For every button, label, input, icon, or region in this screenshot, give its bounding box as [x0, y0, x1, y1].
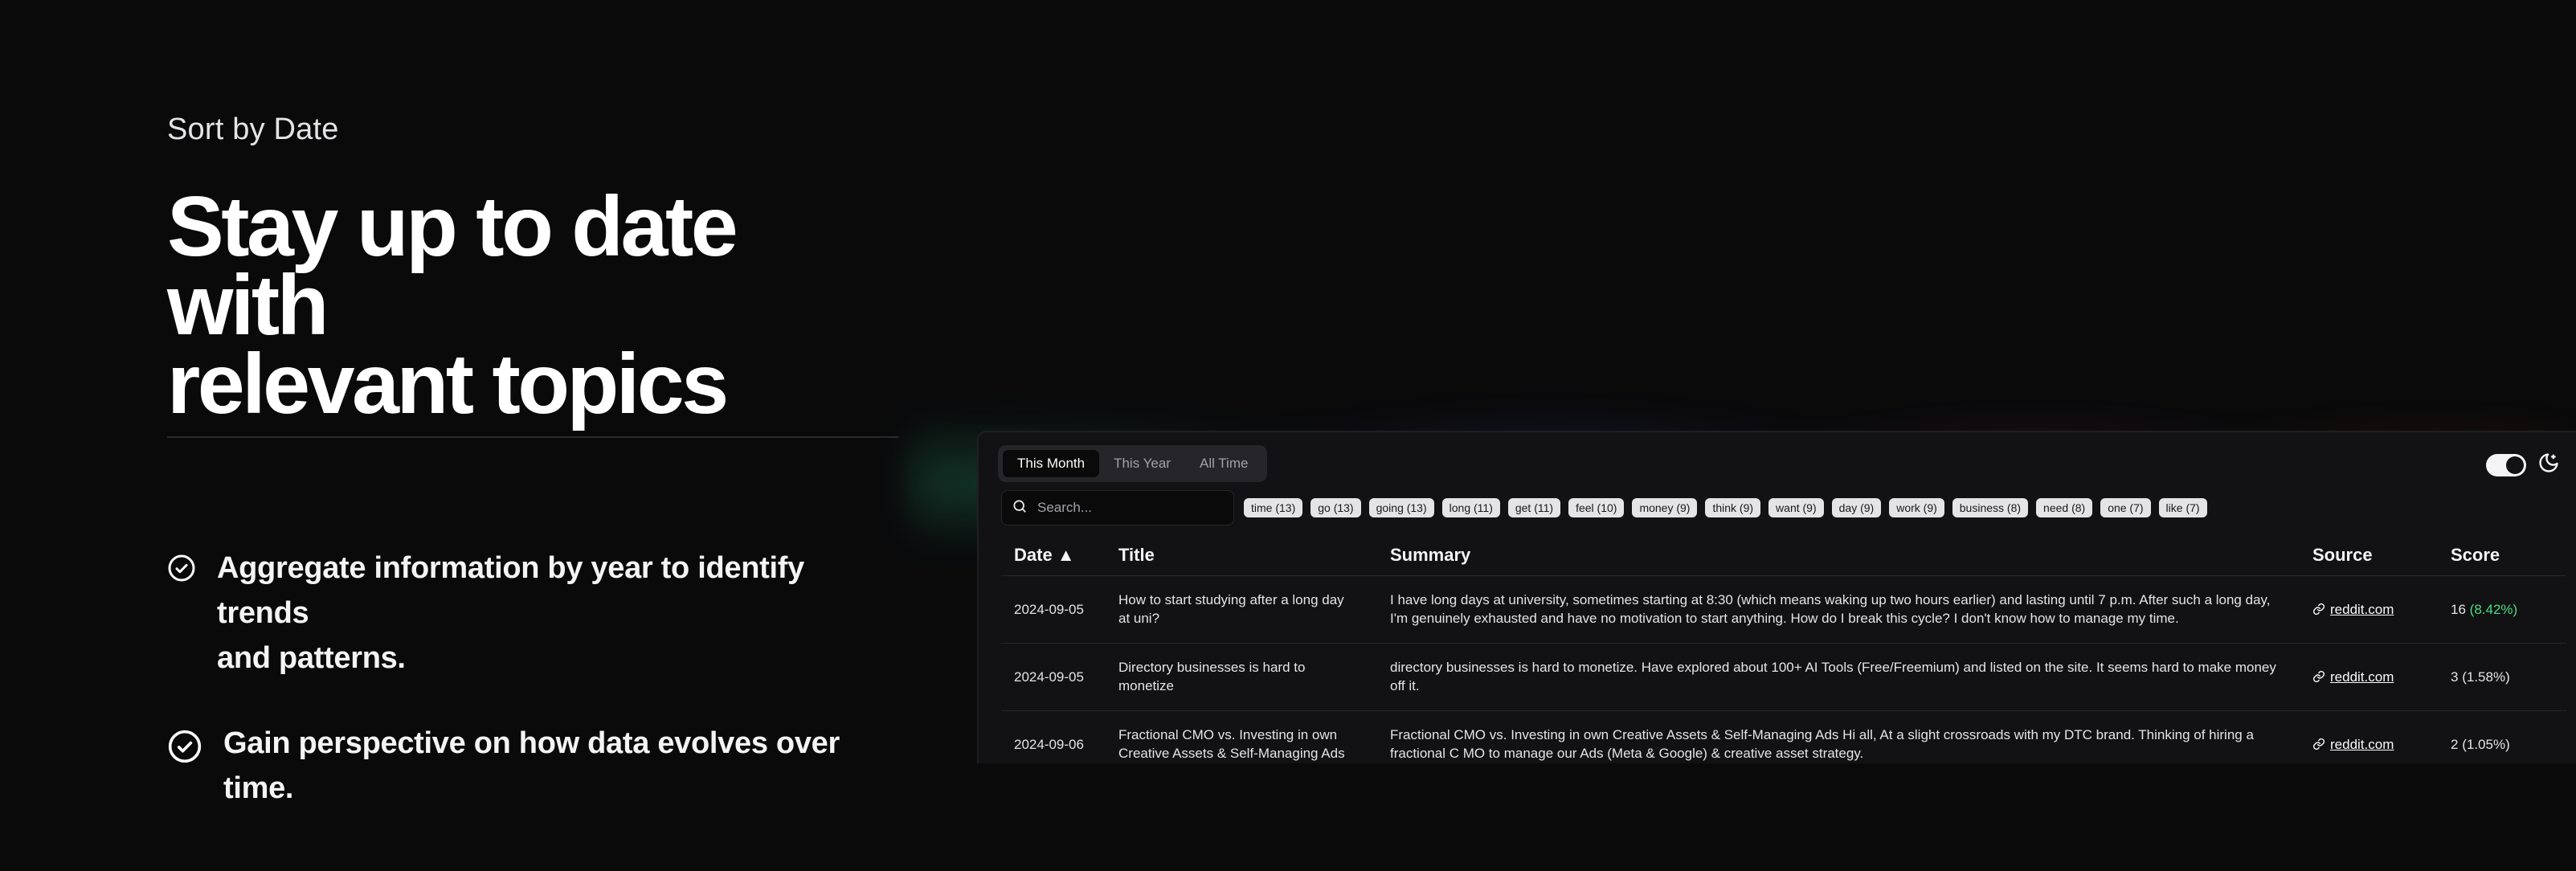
keyword-chip[interactable]: want (9)	[1768, 498, 1824, 517]
moon-icon[interactable]	[2537, 452, 2560, 478]
feature-text-line-2: and patterns.	[217, 641, 406, 675]
column-header-score: Score	[2438, 535, 2566, 576]
keyword-chips: time (13) go (13) going (13) long (11) g…	[1244, 498, 2215, 517]
feature-text: Aggregate information by year to identif…	[217, 546, 898, 681]
cell-date: 2024-09-06	[1001, 710, 1106, 763]
theme-controls	[2486, 452, 2560, 478]
score-percent: (8.42%)	[2469, 601, 2518, 617]
cell-title: Fractional CMO vs. Investing in own Creat…	[1106, 710, 1377, 763]
theme-toggle[interactable]	[2486, 453, 2526, 476]
summary-line-2: I'm genuinely exhausted and have no moti…	[1390, 611, 2179, 626]
summary-line-2: fractional C MO to manage our Ads (Meta …	[1390, 746, 1864, 761]
column-header-title: Title	[1106, 535, 1377, 576]
score-percent: (1.58%)	[2462, 669, 2510, 685]
cell-source: reddit.com	[2300, 575, 2438, 644]
source-link[interactable]: reddit.com	[2312, 600, 2425, 619]
source-link[interactable]: reddit.com	[2312, 735, 2425, 754]
link-icon	[2312, 670, 2325, 683]
tab-this-month[interactable]: This Month	[1003, 450, 1100, 477]
keyword-chip[interactable]: think (9)	[1705, 498, 1761, 517]
search-icon	[1012, 498, 1028, 518]
results-table: Date ▲ Title Summary Source Score 2024-0…	[1001, 535, 2566, 763]
keyword-chip[interactable]: go (13)	[1310, 498, 1361, 517]
feature-text-line-1: Aggregate information by year to identif…	[217, 551, 804, 630]
score-value: 3	[2451, 669, 2459, 685]
keyword-chip[interactable]: like (7)	[2158, 498, 2207, 517]
cell-summary: I have long days at university, sometime…	[1377, 575, 2300, 644]
cell-title: Directory businesses is hard to monetize	[1106, 643, 1377, 711]
cell-score: 16 (8.42%)	[2438, 575, 2566, 644]
summary-line-1: directory businesses is hard to monetize…	[1390, 660, 2276, 675]
keyword-chip[interactable]: need (8)	[2036, 498, 2093, 517]
summary-line-1: I have long days at university, sometime…	[1390, 592, 2271, 607]
tab-all-time[interactable]: All Time	[1185, 450, 1262, 477]
keyword-chip[interactable]: going (13)	[1368, 498, 1434, 517]
keyword-chip[interactable]: time (13)	[1244, 498, 1303, 517]
source-link[interactable]: reddit.com	[2312, 668, 2425, 686]
link-icon	[2312, 603, 2325, 615]
score-value: 2	[2451, 736, 2459, 752]
table-row: 2024-09-05 Directory businesses is hard …	[1001, 643, 2566, 711]
cell-score: 2 (1.05%)	[2438, 710, 2566, 763]
table-header-row: Date ▲ Title Summary Source Score	[1001, 535, 2566, 576]
feature-item: Aggregate information by year to identif…	[167, 546, 898, 681]
keyword-chip[interactable]: feel (10)	[1568, 498, 1625, 517]
cell-summary: Fractional CMO vs. Investing in own Crea…	[1377, 710, 2300, 763]
check-circle-icon	[167, 554, 196, 583]
feature-text: Gain perspective on how data evolves ove…	[223, 726, 840, 805]
cell-source: reddit.com	[2300, 643, 2438, 711]
panel-toolbar: This Month This Year All Time	[998, 445, 1268, 482]
column-header-date[interactable]: Date ▲	[1001, 535, 1106, 576]
title-line-1: How to start studying after a long day	[1118, 592, 1344, 607]
keyword-chip[interactable]: business (8)	[1952, 498, 2029, 517]
feature-list: Aggregate information by year to identif…	[167, 546, 898, 811]
section-eyebrow: Sort by Date	[167, 112, 339, 146]
keyword-chip[interactable]: work (9)	[1889, 498, 1944, 517]
check-circle-icon	[167, 729, 202, 764]
headline-line-2: relevant topics	[167, 337, 729, 431]
source-text: reddit.com	[2330, 601, 2394, 617]
score-value: 16	[2451, 601, 2466, 617]
title-line-1: Fractional CMO vs. Investing in own	[1118, 727, 1338, 742]
title-line-2: monetize	[1118, 678, 1174, 693]
table-row: 2024-09-06 Fractional CMO vs. Investing …	[1001, 710, 2566, 763]
tab-this-year[interactable]: This Year	[1099, 450, 1185, 477]
cell-score: 3 (1.58%)	[2438, 643, 2566, 711]
cell-summary: directory businesses is hard to monetize…	[1377, 643, 2300, 711]
keyword-chip[interactable]: one (7)	[2100, 498, 2151, 517]
headline-line-1: Stay up to date with	[167, 179, 738, 353]
score-percent: (1.05%)	[2462, 736, 2510, 752]
title-line-2: Creative Assets & Self-Managing Ads	[1118, 746, 1345, 761]
hero-section: Sort by Date Stay up to date with releva…	[167, 112, 898, 811]
title-line-2: at uni?	[1118, 611, 1160, 626]
source-text: reddit.com	[2330, 669, 2394, 685]
table-row: 2024-09-05 How to start studying after a…	[1001, 575, 2566, 644]
column-header-source: Source	[2300, 535, 2438, 576]
keyword-chip[interactable]: get (11)	[1507, 498, 1561, 517]
search-input[interactable]	[1037, 500, 1222, 516]
search-box	[1001, 490, 1234, 525]
column-header-summary: Summary	[1377, 535, 2300, 576]
summary-line-1: Fractional CMO vs. Investing in own Crea…	[1390, 727, 2254, 742]
cell-date: 2024-09-05	[1001, 643, 1106, 711]
source-text: reddit.com	[2330, 736, 2394, 752]
feature-item: Gain perspective on how data evolves ove…	[167, 721, 898, 811]
cell-date: 2024-09-05	[1001, 575, 1106, 644]
summary-line-2: off it.	[1390, 678, 1420, 693]
keyword-chip[interactable]: money (9)	[1632, 498, 1698, 517]
link-icon	[2312, 738, 2325, 750]
app-preview-panel: This Month This Year All Time time (13) …	[977, 431, 2576, 763]
cell-title: How to start studying after a long day at…	[1106, 575, 1377, 644]
keyword-chip[interactable]: long (11)	[1441, 498, 1500, 517]
date-range-tabs: This Month This Year All Time	[998, 445, 1268, 482]
toggle-knob	[2506, 456, 2524, 474]
headline: Stay up to date with relevant topics	[167, 184, 898, 427]
title-line-1: Directory businesses is hard to	[1118, 660, 1306, 675]
divider	[167, 436, 898, 438]
keyword-chip[interactable]: day (9)	[1831, 498, 1882, 517]
cell-source: reddit.com	[2300, 710, 2438, 763]
